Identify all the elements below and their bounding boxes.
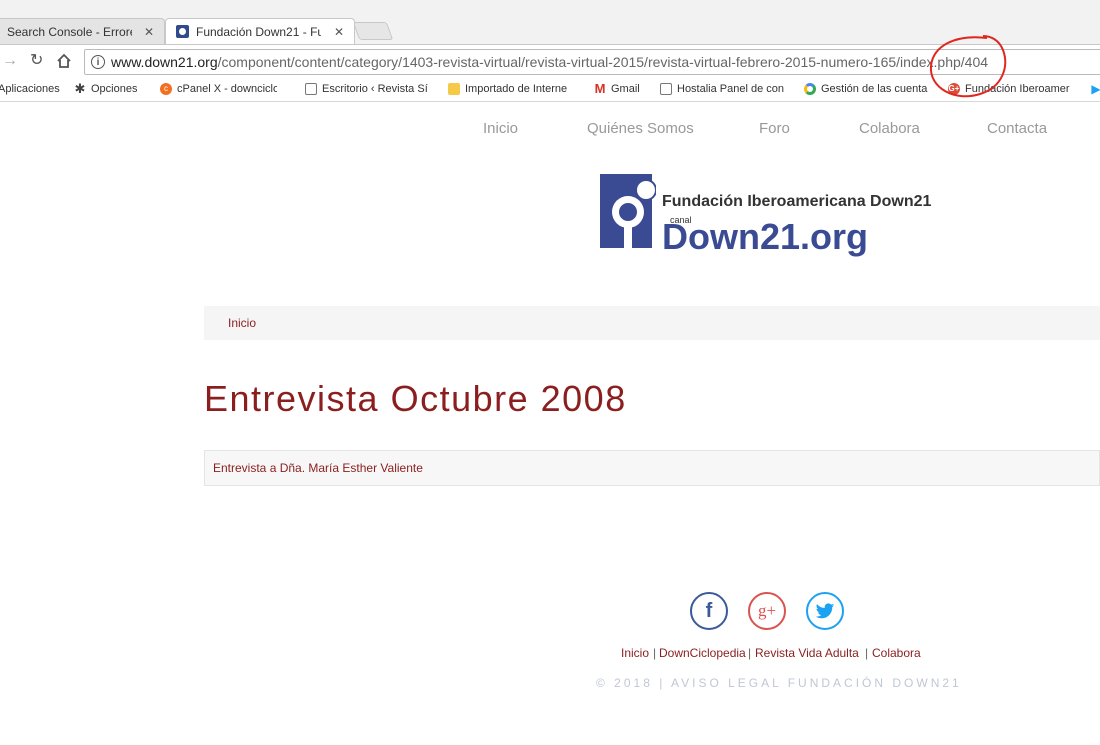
google-plus-social-icon[interactable]: g+ [748, 592, 786, 630]
bookmark-label: Aplicaciones [0, 83, 60, 95]
bookmark-label: Gmail [611, 83, 640, 95]
facebook-icon[interactable]: f [690, 592, 728, 630]
twitter-bird-glyph-icon [815, 602, 835, 618]
nav-item-colabora[interactable]: Colabora [859, 120, 920, 137]
page-icon [660, 83, 672, 95]
bookmark-gmail[interactable]: M Gmail [594, 81, 640, 96]
url-path: /component/content/category/1403-revista… [217, 54, 989, 70]
facebook-glyph: f [705, 599, 713, 622]
main-navigation: Inicio Quiénes Somos Foro Colabora Conta… [0, 120, 1100, 140]
bookmark-aplicaciones[interactable]: Aplicaciones [0, 83, 60, 95]
googleplus-glyph: g+ [757, 601, 777, 620]
breadcrumb: Inicio [204, 306, 1100, 340]
gear-icon: ✱ [74, 81, 86, 96]
close-tab-icon[interactable]: ✕ [334, 25, 344, 39]
info-icon[interactable]: i [91, 55, 105, 69]
bookmark-importado[interactable]: Importado de Interne [448, 83, 577, 95]
new-tab-button[interactable] [352, 22, 394, 40]
bookmark-label: Gestión de las cuenta [821, 83, 928, 95]
red-circle-annotation [929, 35, 1007, 98]
google-ring-icon [804, 83, 816, 95]
bookmark-twitter[interactable]: ▶ [1090, 83, 1100, 95]
bookmark-opciones[interactable]: ✱ Opciones [74, 81, 138, 96]
tab-title: Search Console - Errores [7, 24, 132, 39]
logo-title: Fundación Iberoamericana Down21 [662, 193, 932, 210]
article-list: Entrevista a Dña. María Esther Valiente [204, 450, 1100, 486]
bookmark-label: Escritorio ‹ Revista Sí [322, 83, 428, 95]
page-title: Entrevista Octubre 2008 [204, 378, 627, 419]
bookmark-label: Hostalia Panel de con [677, 83, 785, 95]
down21-favicon-icon [176, 25, 189, 38]
bookmark-gestion-cuentas[interactable]: Gestión de las cuenta [804, 83, 931, 95]
down21-logo-mark-icon [600, 174, 656, 248]
bookmark-label: Opciones [91, 83, 138, 95]
footer-separator: | [865, 646, 869, 660]
footer-link-inicio[interactable]: Inicio [621, 646, 649, 660]
bookmark-label: cPanel X - downciclo [177, 83, 277, 95]
footer-link-revista-vida-adulta[interactable]: Revista Vida Adulta [755, 646, 859, 660]
footer-link-downciclopedia[interactable]: DownCiclopedia [659, 646, 746, 660]
home-icon[interactable] [56, 53, 72, 69]
twitter-bird-icon: ▶ [1091, 82, 1100, 96]
footer-separator: | [653, 646, 657, 660]
folder-icon [448, 83, 460, 95]
url-host: www.down21.org [111, 54, 218, 70]
gmail-icon: M [594, 81, 606, 96]
bookmark-cpanel[interactable]: c cPanel X - downciclo [160, 83, 277, 95]
close-tab-icon[interactable]: ✕ [144, 25, 154, 39]
forward-arrow-icon[interactable]: → [2, 53, 18, 69]
twitter-bird-icon[interactable] [806, 592, 844, 630]
cpanel-icon: c [160, 83, 172, 95]
tab-title: Fundación Down21 - Fun [196, 24, 321, 39]
bookmark-label: Importado de Interne [465, 83, 568, 95]
nav-item-foro[interactable]: Foro [759, 120, 790, 137]
article-link[interactable]: Entrevista a Dña. María Esther Valiente [213, 461, 423, 475]
tab-fundacion-down21[interactable]: Fundación Down21 - Fun ✕ [165, 18, 355, 44]
copyright-notice[interactable]: © 2018 | AVISO LEGAL FUNDACIÓN DOWN21 [596, 676, 962, 690]
nav-item-contacta[interactable]: Contacta [987, 120, 1047, 137]
nav-item-quienes-somos[interactable]: Quiénes Somos [587, 120, 694, 137]
tab-search-console[interactable]: Search Console - Errores ✕ [0, 18, 165, 44]
footer-link-colabora[interactable]: Colabora [872, 646, 921, 660]
breadcrumb-home-link[interactable]: Inicio [228, 316, 256, 330]
footer-separator: | [748, 646, 752, 660]
bookmark-hostalia[interactable]: Hostalia Panel de con [660, 83, 789, 95]
logo-domain: Down21.org [662, 216, 869, 257]
bookmark-escritorio[interactable]: Escritorio ‹ Revista Sí [305, 83, 434, 95]
reload-icon[interactable]: ↻ [30, 53, 43, 69]
site-logo[interactable]: Fundación Iberoamericana Down21 canal Do… [600, 174, 960, 264]
page-icon [305, 83, 317, 95]
nav-item-inicio[interactable]: Inicio [483, 120, 518, 137]
